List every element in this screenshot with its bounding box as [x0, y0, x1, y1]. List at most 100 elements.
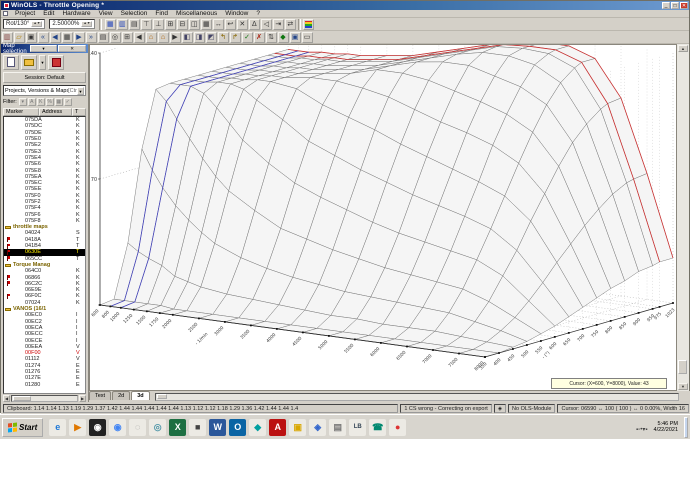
map-list-row[interactable]: 075F2 K	[4, 199, 85, 205]
camera-app-icon[interactable]: ◉	[89, 418, 107, 436]
flatten-icon[interactable]: ▭	[301, 31, 313, 43]
map-list-row[interactable]: 00ECA I	[4, 325, 85, 331]
home-icon[interactable]: ⌂	[145, 31, 157, 43]
phone-app-icon[interactable]: ☎	[369, 418, 387, 436]
app-blue-icon[interactable]: ◈	[309, 418, 327, 436]
map-list-row[interactable]: 06866 K	[4, 274, 85, 281]
map-list-row[interactable]: 075F4 K	[4, 205, 85, 211]
tree-mode-select[interactable]: Projects, Versions & Maps [Ctr ▼	[3, 85, 86, 96]
chart-vertical-scrollbar[interactable]: ▲ ▼	[677, 44, 689, 391]
session-button[interactable]: Session: Default	[3, 72, 86, 83]
scroll-track[interactable]	[677, 53, 689, 382]
scroll-track[interactable]	[11, 394, 78, 402]
title-bar[interactable]: WinOLS - Throttle Opening * _ □ ✕	[1, 1, 689, 10]
chevron-down-icon[interactable]: ▼	[77, 86, 84, 95]
apply-icon[interactable]: ✓	[241, 31, 253, 43]
redo-icon[interactable]: ↱	[229, 31, 241, 43]
add-map-icon[interactable]: ⊞	[121, 31, 133, 43]
grid-icon[interactable]: ▦	[200, 18, 212, 30]
internet-explorer-icon[interactable]: e	[49, 418, 67, 436]
delete-icon[interactable]: ✕	[236, 18, 248, 30]
next-map-icon[interactable]: ▶	[73, 31, 85, 43]
map-list-row[interactable]: 06E9E K	[4, 287, 85, 293]
open-project-icon[interactable]: ▱	[13, 31, 25, 43]
view-3d-icon[interactable]: ▥	[116, 18, 128, 30]
grid-minus-icon[interactable]: ⊟	[176, 18, 188, 30]
columns-icon[interactable]: ◫	[188, 18, 200, 30]
menu-item[interactable]: Find	[151, 10, 172, 17]
app-teal-icon[interactable]: ◆	[249, 418, 267, 436]
menu-item[interactable]: Miscellaneous	[172, 10, 221, 17]
map-list-row[interactable]: throttle maps	[4, 224, 85, 230]
map-list-row[interactable]: 01276 E	[4, 369, 85, 375]
map-list-row[interactable]: 01274 E	[4, 363, 85, 369]
previous-icon[interactable]: ◁	[260, 18, 272, 30]
map-3d-view[interactable]: 7014060080010001250150017502000250030003…	[88, 0, 677, 391]
map-list-row[interactable]: 0127E E	[4, 375, 85, 381]
open-dropdown-icon[interactable]: ▼	[39, 54, 46, 70]
map-version-b-icon[interactable]: ◨	[193, 31, 205, 43]
tab-right-icon[interactable]: ⇥	[272, 18, 284, 30]
firefox-icon[interactable]: ●	[389, 418, 407, 436]
sort-icon[interactable]: ⇅	[265, 31, 277, 43]
grid-plus-icon[interactable]: ⊞	[164, 18, 176, 30]
map-list-row[interactable]: 01280 E	[4, 381, 85, 388]
frame-bottom-icon[interactable]: ⊥	[152, 18, 164, 30]
chrome-icon[interactable]: ◉	[109, 418, 127, 436]
menu-item[interactable]: Window	[221, 10, 252, 17]
map-list-row[interactable]: VANOS (16/1	[4, 306, 85, 312]
forward-icon[interactable]: ▶	[169, 31, 181, 43]
map-list-row[interactable]: 075EE K	[4, 186, 85, 192]
app-gray-2-icon[interactable]: ◎	[149, 418, 167, 436]
filter-name-icon[interactable]: A	[27, 98, 36, 106]
undo-view-icon[interactable]: ↩	[224, 18, 236, 30]
notes-app-icon[interactable]: ▤	[329, 418, 347, 436]
map-list-row[interactable]: 075EC K	[4, 180, 85, 186]
map-list-row[interactable]: 00ECE I	[4, 337, 85, 344]
menu-item[interactable]: ?	[252, 10, 264, 17]
map-list-row[interactable]: 075F8 K	[4, 218, 85, 224]
acrobat-icon[interactable]: A	[269, 418, 287, 436]
view-tab[interactable]: Text	[89, 391, 112, 400]
filter-maps-icon[interactable]: ▦	[54, 98, 63, 106]
panel-pin-icon[interactable]: ▾	[29, 45, 58, 52]
map-list-row[interactable]: 064C0 K	[4, 268, 85, 274]
close-button[interactable]: ✕	[680, 2, 688, 9]
map-list-row[interactable]: 06C2C K	[4, 281, 85, 287]
map-list-row[interactable]: 075F6 K	[4, 211, 85, 218]
clock[interactable]: 5:46 PM 4/22/2021	[654, 421, 678, 433]
new-map-button[interactable]	[3, 54, 19, 70]
undo-icon[interactable]: ↰	[217, 31, 229, 43]
delta-icon[interactable]: Δ	[248, 18, 260, 30]
menu-item[interactable]: View	[95, 10, 117, 17]
map-list-row[interactable]: 075DC K	[4, 123, 85, 129]
window-icon[interactable]: ▣	[25, 31, 37, 43]
menu-item[interactable]: Hardware	[58, 10, 94, 17]
map-list-row[interactable]: 075DA K	[4, 117, 85, 123]
map-list-row[interactable]: 075E3 K	[4, 148, 85, 155]
panel-close-icon[interactable]: ✕	[58, 45, 87, 52]
first-map-icon[interactable]: «	[37, 31, 49, 43]
rotation-spinner[interactable]: Rot/130° ▲▼	[3, 19, 46, 29]
frame-top-icon[interactable]: ⊤	[140, 18, 152, 30]
filter-type-icon[interactable]: K	[36, 98, 45, 106]
export-map-button[interactable]	[48, 54, 64, 70]
media-player-icon[interactable]: ▶	[69, 418, 87, 436]
zoom-icon[interactable]: ◎	[109, 31, 121, 43]
map-list-row[interactable]: 07024 K	[4, 300, 85, 306]
filter-percent-icon[interactable]: %	[45, 98, 54, 106]
excel-icon[interactable]: X	[169, 418, 187, 436]
last-map-icon[interactable]: »	[85, 31, 97, 43]
home-2-icon[interactable]: ⌂	[157, 31, 169, 43]
scroll-right-icon[interactable]: ▶	[79, 394, 86, 402]
column-header-address[interactable]: Address	[39, 108, 72, 116]
column-header-marker[interactable]: Marker	[3, 108, 39, 116]
map-list-row[interactable]: 065CC T	[4, 256, 85, 262]
swap-icon[interactable]: ⇄	[284, 18, 296, 30]
selection-icon[interactable]: ▣	[289, 31, 301, 43]
view-tab[interactable]: 2d	[112, 391, 131, 400]
panel-title-bar[interactable]: Map selection ▾ ✕	[1, 43, 88, 55]
map-list-row[interactable]: 06F0C K	[4, 293, 85, 299]
view-tab[interactable]: 3d	[131, 391, 150, 400]
filter-dropdown-icon[interactable]: ▾	[18, 98, 27, 106]
